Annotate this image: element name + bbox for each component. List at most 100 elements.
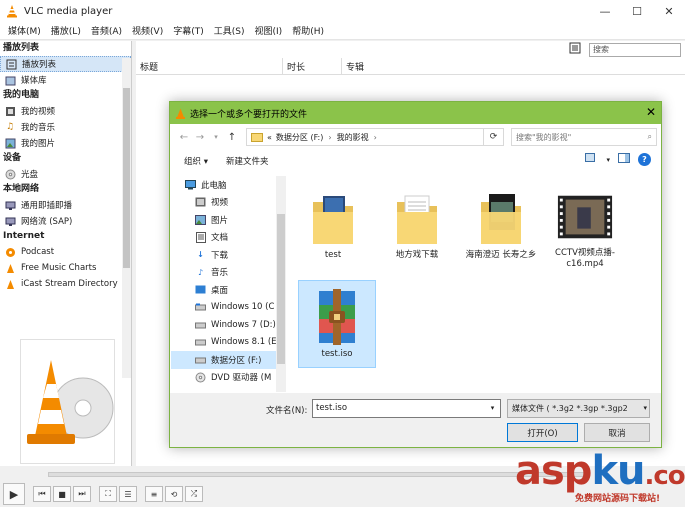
tree-scrollbar[interactable] <box>276 176 286 392</box>
file-item-test-folder[interactable]: test <box>294 182 372 270</box>
tree-item-drive-c[interactable]: Windows 10 (C <box>171 299 286 317</box>
open-button[interactable]: 打开(O) <box>507 423 578 442</box>
sidebar-item-icast[interactable]: iCast Stream Directory <box>0 276 131 292</box>
tree-item-music[interactable]: ♪ 音乐 <box>171 264 286 282</box>
sidebar-item-upnp[interactable]: 通用即插即播 <box>0 197 131 213</box>
address-part-drive[interactable]: 数据分区 (F:) <box>276 132 323 143</box>
seek-slider[interactable] <box>48 472 588 477</box>
play-button[interactable]: ▶ <box>3 483 25 505</box>
menu-audio[interactable]: 音频(A) <box>86 24 127 37</box>
tree-item-pictures[interactable]: 图片 <box>171 211 286 229</box>
sidebar-item-podcast[interactable]: Podcast <box>0 244 131 260</box>
sidebar-item-my-videos[interactable]: 我的视频 <box>0 103 131 119</box>
column-duration[interactable]: 时长 <box>283 58 342 74</box>
cancel-button[interactable]: 取消 <box>584 423 650 442</box>
shuffle-button[interactable]: ⤮ <box>185 486 203 502</box>
close-button[interactable]: ✕ <box>653 0 685 22</box>
computer-icon <box>185 179 196 190</box>
tree-item-drive-f[interactable]: 数据分区 (F:) <box>171 351 286 369</box>
dialog-close-icon[interactable]: ✕ <box>646 105 656 119</box>
tree-item-dvd-drive[interactable]: DVD 驱动器 (M <box>171 369 286 387</box>
fullscreen-button[interactable]: ⛶ <box>99 486 117 502</box>
sidebar-section-playlist: 播放列表 <box>3 43 40 53</box>
search-icon: ⌕ <box>647 132 652 141</box>
tree-item-this-pc[interactable]: 此电脑 <box>171 176 286 194</box>
refresh-icon[interactable]: ⟳ <box>484 128 504 146</box>
address-part-folder[interactable]: 我的影视 <box>337 132 369 143</box>
podcast-icon <box>4 246 16 258</box>
forward-arrow-icon[interactable]: → <box>192 132 208 143</box>
stop-button[interactable]: ■ <box>53 486 71 502</box>
tree-label: 音乐 <box>211 268 229 279</box>
loop-button[interactable]: ⟲ <box>165 486 183 502</box>
sidebar-item-playlist[interactable]: 播放列表 <box>0 56 131 72</box>
tree-item-videos[interactable]: 视频 <box>171 194 286 212</box>
view-mode-icon[interactable] <box>585 153 598 166</box>
playlist-search-input[interactable]: 搜索 <box>589 42 681 57</box>
disc-icon <box>4 168 16 180</box>
menu-view[interactable]: 视图(I) <box>250 24 288 37</box>
media-library-icon <box>4 74 16 86</box>
file-item-cctv-video[interactable]: CCTV视频点播-c16.mp4 <box>546 182 624 270</box>
tree-item-documents[interactable]: 文档 <box>171 229 286 247</box>
menu-help[interactable]: 帮助(H) <box>287 24 329 37</box>
recent-dropdown-icon[interactable]: ▾ <box>208 133 224 141</box>
file-label: test.iso <box>321 349 353 359</box>
next-button[interactable]: ⏭ <box>73 486 91 502</box>
organize-button[interactable]: 组织 ▾ <box>184 155 208 167</box>
tree-label: 下载 <box>211 250 229 261</box>
vlc-cone-art-icon <box>27 360 114 444</box>
sidebar-section-local-network: 本地网络 <box>3 184 40 194</box>
sidebar-scroll-thumb[interactable] <box>123 88 130 268</box>
menu-media[interactable]: 媒体(M) <box>3 24 46 37</box>
column-album[interactable]: 专辑 <box>342 58 685 74</box>
video-file-icon <box>557 195 613 239</box>
address-bar[interactable]: « 数据分区 (F:) › 我的影视 › <box>246 128 484 146</box>
column-title[interactable]: 标题 <box>136 58 283 74</box>
music-charts-icon <box>4 262 16 274</box>
dvd-drive-icon <box>195 372 206 383</box>
up-arrow-icon[interactable]: ↑ <box>224 132 240 143</box>
menu-tools[interactable]: 工具(S) <box>209 24 250 37</box>
filetype-select[interactable]: 媒体文件 ( *.3g2 *.3gp *.3gp2 ▾ <box>507 399 650 418</box>
back-arrow-icon[interactable]: ← <box>176 132 192 143</box>
tree-item-drive-e[interactable]: Windows 8.1 (E <box>171 334 286 352</box>
file-item-opera-folder[interactable]: 地方戏下载 <box>378 182 456 270</box>
menu-video[interactable]: 视频(V) <box>127 24 168 37</box>
chevron-down-icon[interactable]: ▾ <box>485 400 500 417</box>
tree-scroll-thumb[interactable] <box>277 214 285 364</box>
sidebar-item-label: Podcast <box>21 247 55 257</box>
navigation-tree: 此电脑 视频 图片 文档 ↓ 下载 ♪ 音乐 桌面 Windows 10 (C <box>171 176 286 392</box>
minimize-button[interactable]: — <box>589 0 621 22</box>
documents-folder-icon <box>195 231 206 243</box>
maximize-button[interactable]: ☐ <box>621 0 653 22</box>
previous-button[interactable]: ⏮ <box>33 486 51 502</box>
drive-icon <box>195 337 206 348</box>
playlist-toggle-button[interactable]: ≡ <box>145 486 163 502</box>
tree-item-desktop[interactable]: 桌面 <box>171 281 286 299</box>
sidebar-item-media-library[interactable]: 媒体库 <box>0 72 131 88</box>
view-dropdown-icon[interactable]: ▾ <box>606 156 610 164</box>
sidebar-scrollbar[interactable] <box>122 58 131 378</box>
dialog-search-input[interactable]: 搜索"我的影视" ⌕ <box>511 128 657 146</box>
playlist-view-icon[interactable] <box>569 42 581 57</box>
tree-item-downloads[interactable]: ↓ 下载 <box>171 246 286 264</box>
window-title: VLC media player <box>24 5 113 17</box>
help-icon[interactable]: ? <box>638 153 651 166</box>
menu-playback[interactable]: 播放(L) <box>46 24 86 37</box>
extended-settings-button[interactable]: ☰ <box>119 486 137 502</box>
file-item-test-iso[interactable]: test.iso <box>298 280 376 368</box>
filename-input[interactable]: test.iso ▾ <box>312 399 501 418</box>
preview-pane-icon[interactable] <box>618 153 630 166</box>
sidebar-item-my-pictures[interactable]: 我的图片 <box>0 135 131 151</box>
sidebar-item-label: 播放列表 <box>22 60 57 70</box>
sidebar-item-my-music[interactable]: ♫ 我的音乐 <box>0 119 131 135</box>
new-folder-button[interactable]: 新建文件夹 <box>226 155 269 167</box>
tree-item-drive-d[interactable]: Windows 7 (D:) <box>171 316 286 334</box>
sidebar-item-free-music-charts[interactable]: Free Music Charts <box>0 260 131 276</box>
sidebar-item-label: 网络流 (SAP) <box>21 217 73 227</box>
menu-subtitle[interactable]: 字幕(T) <box>168 24 209 37</box>
file-item-hainan-folder[interactable]: 海南澄迈 长寿之乡 <box>462 182 540 270</box>
sidebar-item-sap[interactable]: 网络流 (SAP) <box>0 213 131 229</box>
sidebar-item-disc[interactable]: 光盘 <box>0 166 131 182</box>
